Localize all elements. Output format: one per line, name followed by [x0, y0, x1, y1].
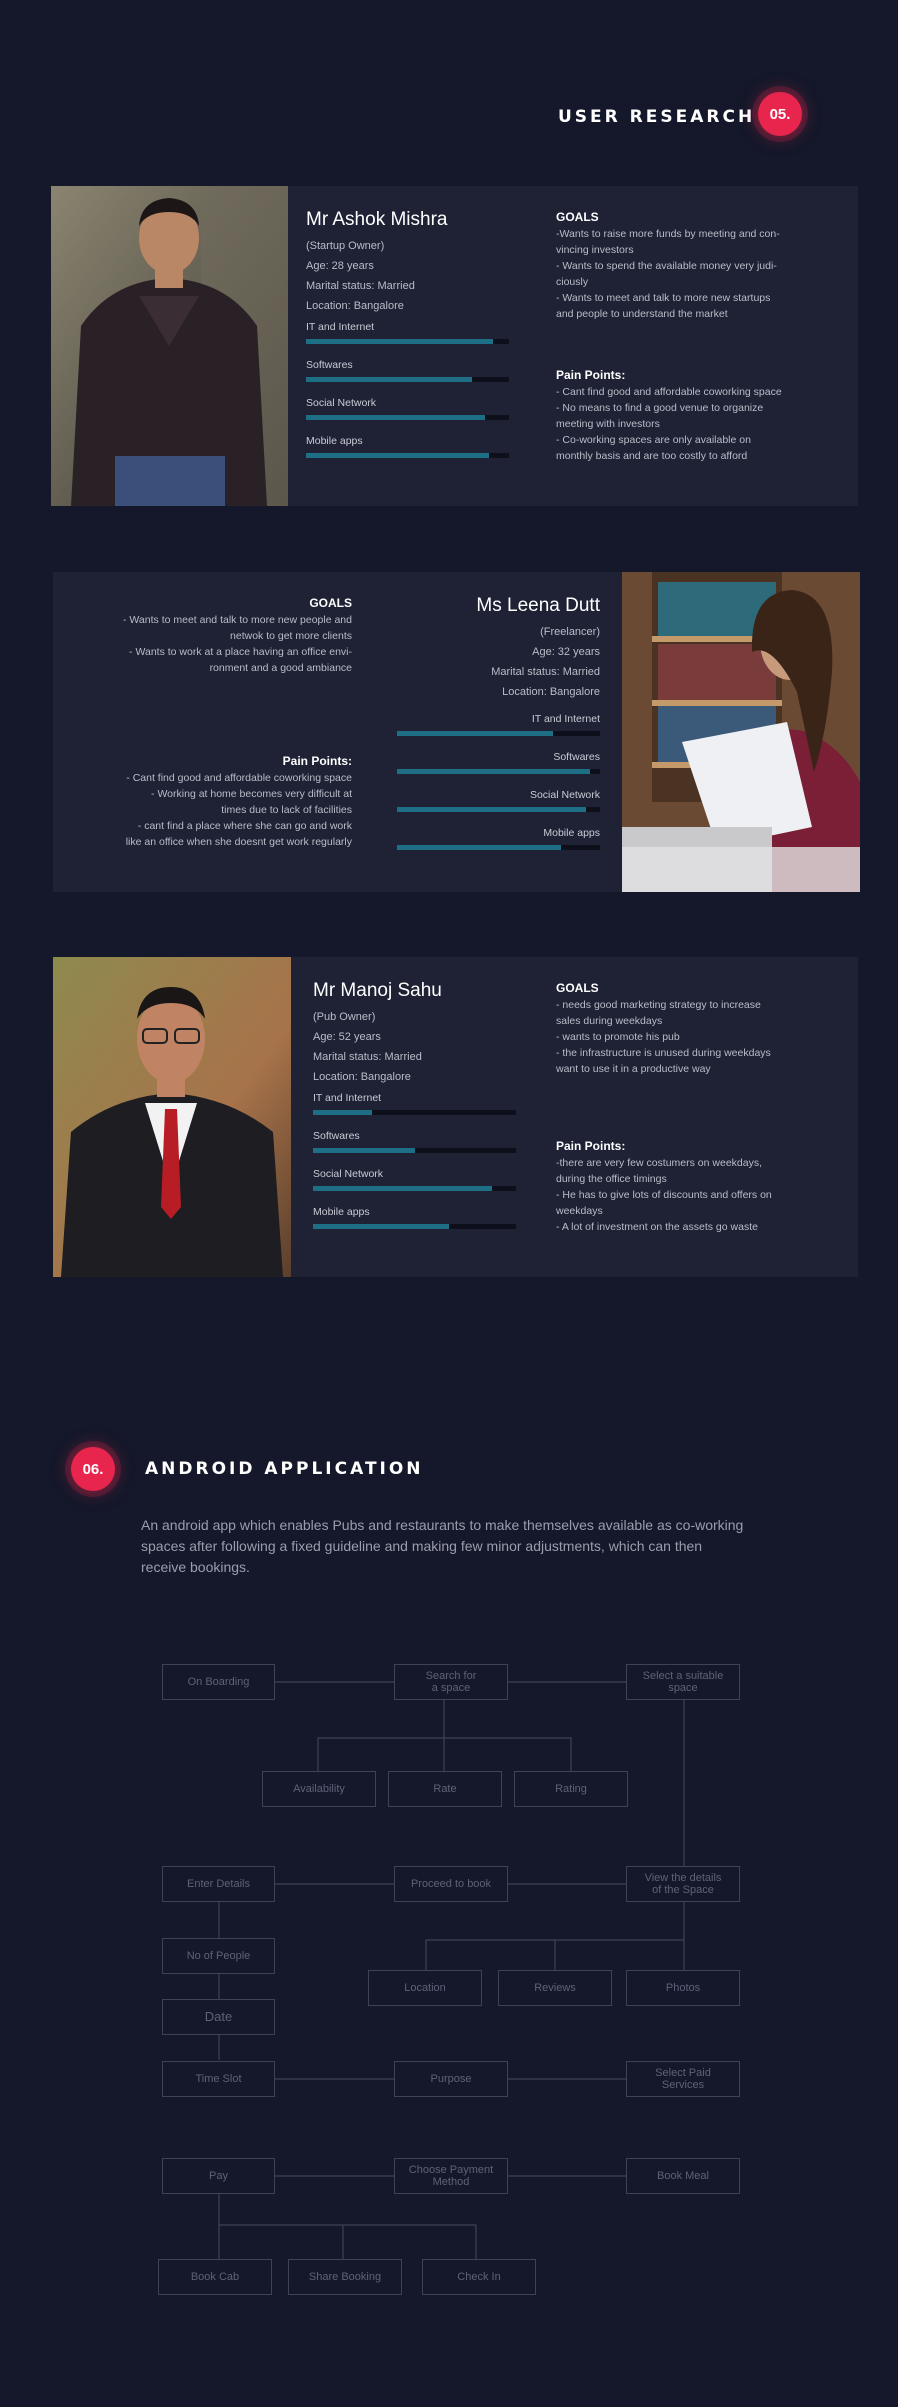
flow-step-book-cab: Book Cab: [158, 2259, 272, 2295]
flow-step-people: No of People: [162, 1938, 275, 1974]
flow-step-payment-method: Choose Payment Method: [394, 2158, 508, 2194]
flow-step-select-space: Select a suitable space: [626, 1664, 740, 1700]
flow-step-purpose: Purpose: [394, 2061, 508, 2097]
flow-step-rate: Rate: [388, 1771, 502, 1807]
flow-step-location: Location: [368, 1970, 482, 2006]
flow-connectors: [218, 1681, 685, 2259]
flow-step-share-booking: Share Booking: [288, 2259, 402, 2295]
flow-step-photos: Photos: [626, 1970, 740, 2006]
flow-step-paid-services: Select Paid Services: [626, 2061, 740, 2097]
flow-step-check-in: Check In: [422, 2259, 536, 2295]
flow-step-time-slot: Time Slot: [162, 2061, 275, 2097]
flow-step-pay: Pay: [162, 2158, 275, 2194]
flow-step-enter-details: Enter Details: [162, 1866, 275, 1902]
flow-step-availability: Availability: [262, 1771, 376, 1807]
flow-step-search: Search for a space: [394, 1664, 508, 1700]
flow-step-date: Date: [162, 1999, 275, 2035]
flow-step-reviews: Reviews: [498, 1970, 612, 2006]
flow-step-onboarding: On Boarding: [162, 1664, 275, 1700]
flow-step-view-details: View the details of the Space: [626, 1866, 740, 1902]
flow-step-book-meal: Book Meal: [626, 2158, 740, 2194]
flow-step-proceed: Proceed to book: [394, 1866, 508, 1902]
flow-step-rating: Rating: [514, 1771, 628, 1807]
